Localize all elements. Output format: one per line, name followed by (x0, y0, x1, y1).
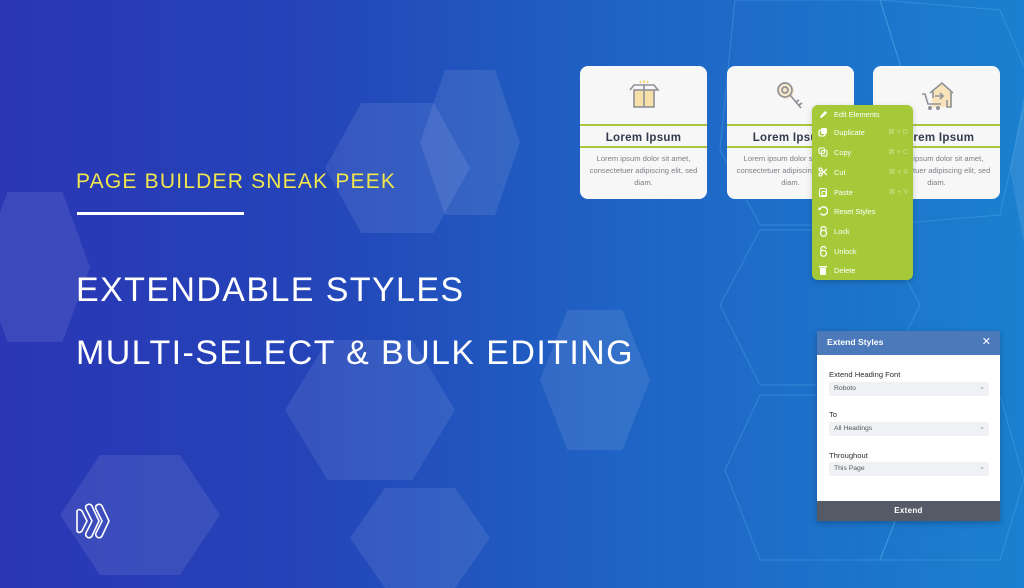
dialog-title: Extend Styles (827, 337, 884, 347)
menu-item-label: Paste (834, 187, 853, 197)
headline-extendable-styles: EXTENDABLE STYLES (76, 271, 465, 309)
shortcut-label: ⌘ + V (888, 189, 908, 196)
to-select[interactable]: All Headings ⌄ (829, 422, 989, 436)
field-label-heading-font: Extend Heading Font (829, 370, 901, 379)
extend-button[interactable]: Extend (817, 501, 1000, 521)
headline-multi-select: MULTI-SELECT & BULK EDITING (76, 334, 634, 372)
key-icon (774, 80, 808, 117)
dialog-header: Extend Styles ✕ (817, 331, 1000, 355)
kicker-text: PAGE BUILDER SNEAK PEEK (76, 170, 397, 193)
divider (77, 212, 244, 215)
scissors-icon (818, 167, 828, 177)
menu-item-label: Reset Styles (834, 206, 876, 216)
menu-item-reset-styles[interactable]: Reset Styles (812, 202, 913, 220)
duplicate-icon (818, 127, 828, 137)
close-icon[interactable]: ✕ (982, 335, 991, 348)
menu-item-label: Copy (834, 147, 852, 157)
menu-item-copy[interactable]: Copy ⌘ + C (812, 143, 913, 161)
chevron-down-icon: ⌄ (979, 384, 985, 391)
menu-item-cut[interactable]: Cut ⌘ + X (812, 163, 913, 181)
menu-item-label: Unlock (834, 246, 857, 256)
shortcut-label: ⌘ + D (887, 129, 908, 136)
card-title: Lorem Ipsum (580, 124, 707, 148)
field-label-to: To (829, 410, 838, 419)
unlock-icon (818, 245, 828, 257)
trash-icon (818, 265, 828, 275)
shortcut-label: ⌘ + C (887, 149, 908, 156)
paste-icon (818, 187, 828, 197)
menu-item-paste[interactable]: Paste ⌘ + V (812, 183, 913, 201)
throughout-select[interactable]: This Page ⌄ (829, 462, 989, 476)
menu-item-label: Edit Elements (834, 109, 880, 119)
chevron-down-icon: ⌄ (979, 464, 985, 471)
card-description: Lorem ipsum dolor sit amet, consectetuer… (589, 154, 698, 187)
pencil-icon (818, 109, 828, 119)
field-label-throughout: Throughout (829, 451, 868, 460)
select-value: Roboto (834, 385, 856, 392)
menu-item-duplicate[interactable]: Duplicate ⌘ + D (812, 123, 913, 141)
menu-item-delete[interactable]: Delete (812, 261, 913, 279)
menu-item-label: Delete (834, 265, 856, 275)
open-box-icon (627, 80, 661, 115)
select-value: All Headings (834, 425, 873, 432)
menu-item-edit-elements[interactable]: Edit Elements (812, 105, 913, 123)
menu-item-unlock[interactable]: Unlock (812, 242, 913, 260)
chevrons-logo-icon (75, 503, 113, 544)
shortcut-label: ⌘ + X (888, 169, 908, 176)
lock-icon (818, 225, 828, 237)
copy-icon (818, 147, 828, 157)
menu-item-lock[interactable]: Lock (812, 222, 913, 240)
context-menu: Edit Elements Duplicate ⌘ + D Copy ⌘ + C… (812, 105, 913, 280)
select-value: This Page (834, 465, 865, 472)
reset-icon (818, 206, 828, 216)
extend-styles-dialog: Extend Styles ✕ Extend Heading Font Robo… (817, 331, 1000, 521)
menu-item-label: Lock (834, 226, 850, 236)
home-cart-icon (920, 80, 954, 117)
feature-card[interactable]: Lorem Ipsum Lorem ipsum dolor sit amet, … (580, 66, 707, 199)
heading-font-select[interactable]: Roboto ⌄ (829, 382, 989, 396)
chevron-down-icon: ⌄ (979, 424, 985, 431)
menu-item-label: Duplicate (834, 127, 865, 137)
menu-item-label: Cut (834, 167, 846, 177)
